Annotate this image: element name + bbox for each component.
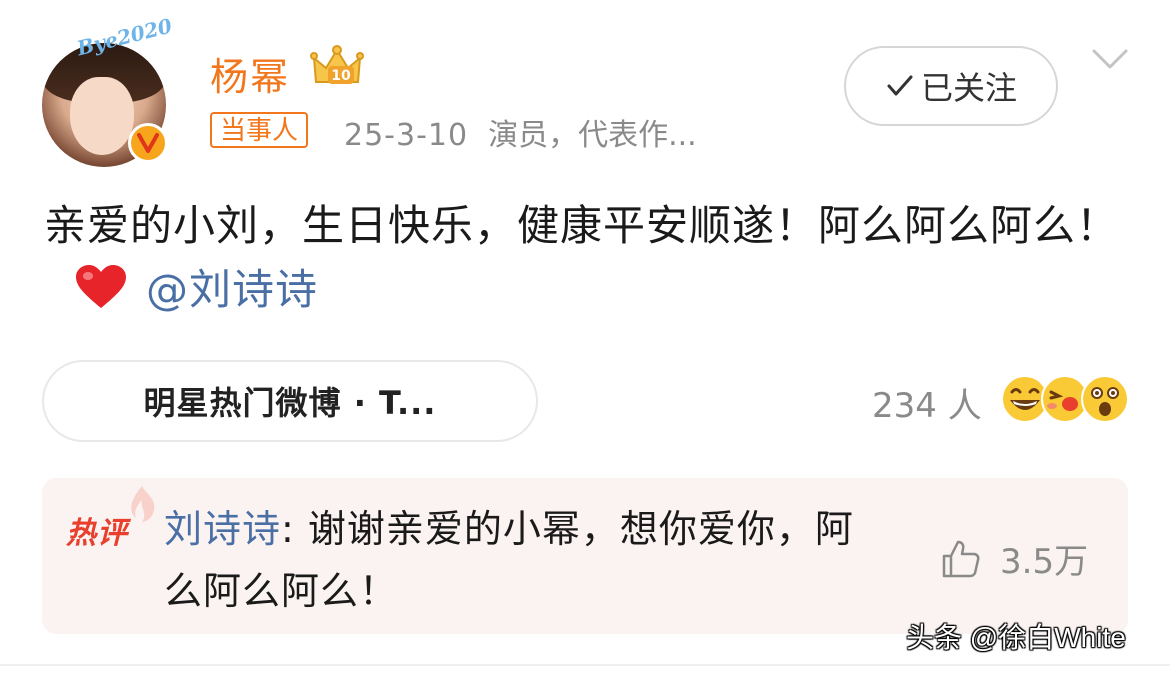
hot-comment[interactable]: 热评 刘诗诗: 谢谢亲爱的小幂，想你爱你，阿么阿么阿么！ 3.5万 bbox=[42, 478, 1128, 634]
reaction-count[interactable]: 234 人 bbox=[872, 378, 982, 427]
svg-text:10: 10 bbox=[331, 68, 351, 84]
thumbs-up-icon bbox=[942, 540, 980, 577]
like-count: 3.5万 bbox=[1000, 542, 1089, 582]
avatar-container[interactable]: Bye2020 bbox=[40, 14, 174, 167]
surprised-emoji-icon bbox=[1081, 375, 1129, 423]
comment-author[interactable]: 刘诗诗 bbox=[164, 507, 281, 551]
user-mention[interactable]: @刘诗诗 bbox=[146, 265, 318, 314]
topic-pill[interactable]: 明星热门微博 · T... bbox=[42, 360, 538, 442]
post-date: 25-3-10 bbox=[344, 118, 469, 153]
hot-comment-label: 热评 bbox=[66, 516, 128, 551]
follow-label: 已关注 bbox=[920, 69, 1017, 107]
post-text: 亲爱的小刘，生日快乐，健康平安顺遂！阿么阿么阿么！ bbox=[44, 201, 1120, 250]
heart-icon bbox=[76, 265, 126, 308]
post-meta: 25-3-10 演员，代表作... bbox=[344, 110, 697, 154]
flame-icon bbox=[131, 486, 155, 522]
follow-button[interactable]: 已关注 bbox=[844, 46, 1058, 126]
topic-label: 明星热门微博 · T... bbox=[143, 384, 437, 422]
comment-text-block: 刘诗诗: 谢谢亲爱的小幂，想你爱你，阿么阿么阿么！ bbox=[164, 498, 884, 622]
watermark: 头条 @徐白White bbox=[906, 622, 1126, 653]
verified-badge-icon bbox=[128, 123, 168, 163]
chevron-down-icon[interactable] bbox=[1090, 46, 1130, 72]
avatar-face bbox=[70, 77, 134, 155]
crown-icon: 10 bbox=[310, 45, 364, 84]
divider bbox=[0, 664, 1170, 666]
user-bio: 演员，代表作... bbox=[488, 118, 697, 153]
weibo-post: Bye2020 杨幂 10 当事人 25-3-10 演员，代表作... 已关注 亲… bbox=[0, 0, 1170, 673]
like-button[interactable]: 3.5万 bbox=[940, 534, 1088, 583]
check-icon bbox=[887, 75, 913, 96]
username[interactable]: 杨幂 bbox=[210, 46, 290, 101]
party-tag: 当事人 bbox=[210, 112, 309, 148]
reaction-emojis[interactable] bbox=[1000, 374, 1130, 426]
post-body: 亲爱的小刘，生日快乐，健康平安顺遂！阿么阿么阿么！ @刘诗诗 bbox=[44, 194, 1134, 322]
